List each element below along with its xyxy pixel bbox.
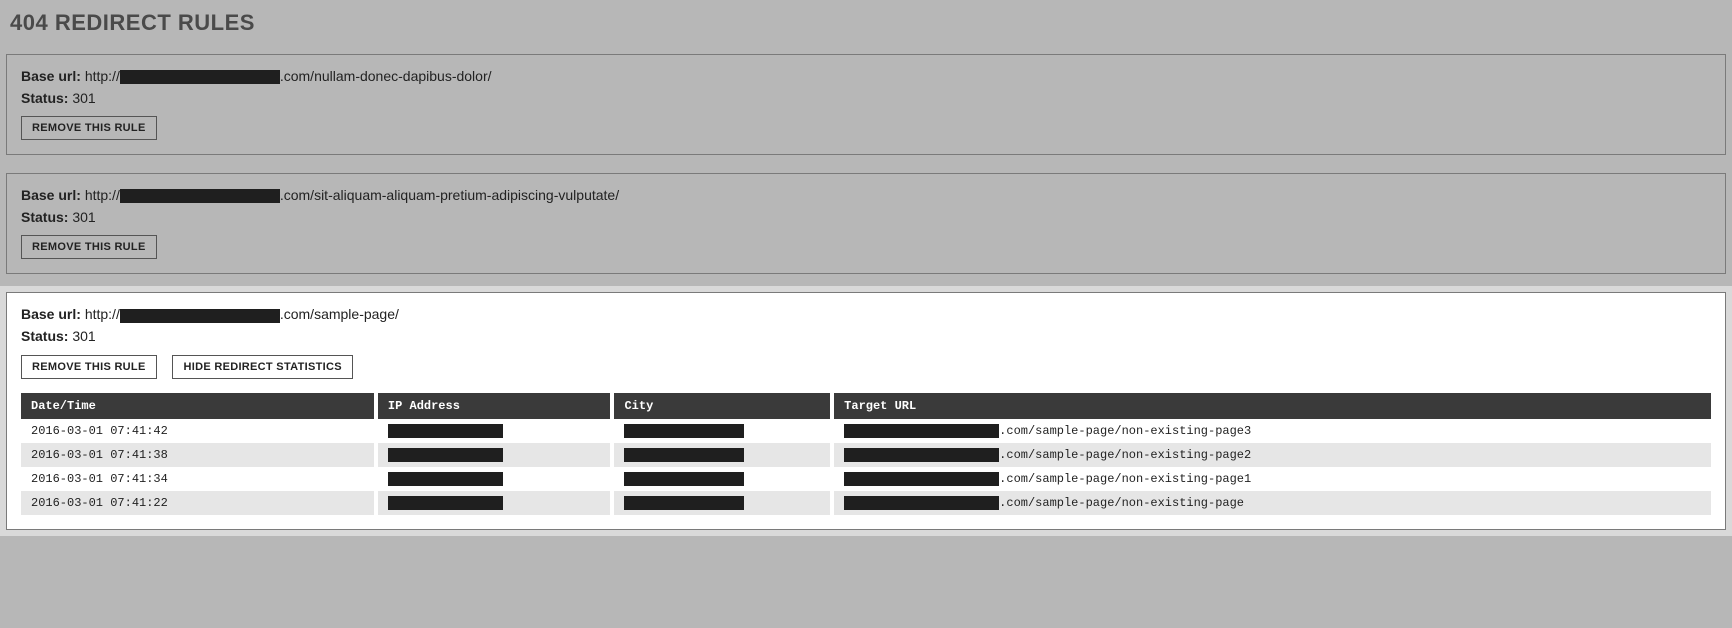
cell-target-suffix: .com/sample-page/non-existing-page2 xyxy=(999,448,1251,462)
redacted-domain xyxy=(120,70,280,84)
redacted-city xyxy=(624,472,744,486)
remove-rule-button[interactable]: REMOVE THIS RULE xyxy=(21,116,157,140)
cell-target: .com/sample-page/non-existing-page1 xyxy=(832,467,1711,491)
cell-target-suffix: .com/sample-page/non-existing-page3 xyxy=(999,424,1251,438)
base-url-label: Base url: xyxy=(21,306,81,322)
rule-status: Status: 301 xyxy=(21,89,1711,109)
status-value: 301 xyxy=(72,209,95,225)
status-label: Status: xyxy=(21,90,68,106)
redirect-rule-card: Base url: http:// .com/sample-page/ Statu… xyxy=(6,292,1726,530)
cell-target: .com/sample-page/non-existing-page xyxy=(832,491,1711,515)
cell-ip xyxy=(376,443,613,467)
redacted-domain xyxy=(120,309,280,323)
cell-city xyxy=(612,419,832,443)
status-label: Status: xyxy=(21,209,68,225)
cell-datetime: 2016-03-01 07:41:38 xyxy=(21,443,376,467)
cell-ip xyxy=(376,467,613,491)
redacted-target-domain xyxy=(844,424,999,438)
table-row: 2016-03-01 07:41:38 .com/sample-page/non… xyxy=(21,443,1711,467)
redirect-rule-card: Base url: http:// .com/nullam-donec-dapib… xyxy=(6,54,1726,155)
base-url-prefix: http:// xyxy=(85,68,120,84)
redacted-target-domain xyxy=(844,496,999,510)
cell-ip xyxy=(376,419,613,443)
table-row: 2016-03-01 07:41:22 .com/sample-page/non… xyxy=(21,491,1711,515)
rule-status: Status: 301 xyxy=(21,327,1711,347)
hide-redirect-statistics-button[interactable]: HIDE REDIRECT STATISTICS xyxy=(172,355,352,379)
redacted-city xyxy=(624,496,744,510)
rule-base-url: Base url: http:// .com/sit-aliquam-aliqua… xyxy=(21,186,1711,206)
cell-datetime: 2016-03-01 07:41:42 xyxy=(21,419,376,443)
cell-target: .com/sample-page/non-existing-page3 xyxy=(832,419,1711,443)
base-url-suffix: .com/sample-page/ xyxy=(280,306,399,322)
redacted-city xyxy=(624,448,744,462)
cell-target: .com/sample-page/non-existing-page2 xyxy=(832,443,1711,467)
cell-city xyxy=(612,443,832,467)
table-header-row: Date/Time IP Address City Target URL xyxy=(21,393,1711,419)
cell-target-suffix: .com/sample-page/non-existing-page1 xyxy=(999,472,1251,486)
base-url-label: Base url: xyxy=(21,187,81,203)
redacted-city xyxy=(624,424,744,438)
cell-datetime: 2016-03-01 07:41:22 xyxy=(21,491,376,515)
remove-rule-button[interactable]: REMOVE THIS RULE xyxy=(21,235,157,259)
status-value: 301 xyxy=(72,328,95,344)
base-url-prefix: http:// xyxy=(85,187,120,203)
redacted-ip xyxy=(388,496,503,510)
base-url-prefix: http:// xyxy=(85,306,120,322)
cell-city xyxy=(612,467,832,491)
table-row: 2016-03-01 07:41:34 .com/sample-page/non… xyxy=(21,467,1711,491)
cell-datetime: 2016-03-01 07:41:34 xyxy=(21,467,376,491)
status-value: 301 xyxy=(72,90,95,106)
cell-ip xyxy=(376,491,613,515)
cell-city xyxy=(612,491,832,515)
status-label: Status: xyxy=(21,328,68,344)
base-url-label: Base url: xyxy=(21,68,81,84)
table-header-city: City xyxy=(612,393,832,419)
remove-rule-button[interactable]: REMOVE THIS RULE xyxy=(21,355,157,379)
rule-base-url: Base url: http:// .com/sample-page/ xyxy=(21,305,1711,325)
redacted-ip xyxy=(388,424,503,438)
table-row: 2016-03-01 07:41:42 .com/sample-page/non… xyxy=(21,419,1711,443)
redacted-domain xyxy=(120,189,280,203)
rule-status: Status: 301 xyxy=(21,208,1711,228)
page-title: 404 REDIRECT RULES xyxy=(6,6,1726,54)
rule-base-url: Base url: http:// .com/nullam-donec-dapib… xyxy=(21,67,1711,87)
table-header-ip: IP Address xyxy=(376,393,613,419)
table-header-datetime: Date/Time xyxy=(21,393,376,419)
table-header-target: Target URL xyxy=(832,393,1711,419)
base-url-suffix: .com/sit-aliquam-aliquam-pretium-adipisc… xyxy=(280,187,619,203)
redirect-statistics-table: Date/Time IP Address City Target URL 201… xyxy=(21,393,1711,516)
redacted-ip xyxy=(388,472,503,486)
redacted-target-domain xyxy=(844,448,999,462)
cell-target-suffix: .com/sample-page/non-existing-page xyxy=(999,496,1244,510)
redacted-target-domain xyxy=(844,472,999,486)
base-url-suffix: .com/nullam-donec-dapibus-dolor/ xyxy=(280,68,492,84)
redirect-rule-card: Base url: http:// .com/sit-aliquam-aliqua… xyxy=(6,173,1726,274)
redacted-ip xyxy=(388,448,503,462)
